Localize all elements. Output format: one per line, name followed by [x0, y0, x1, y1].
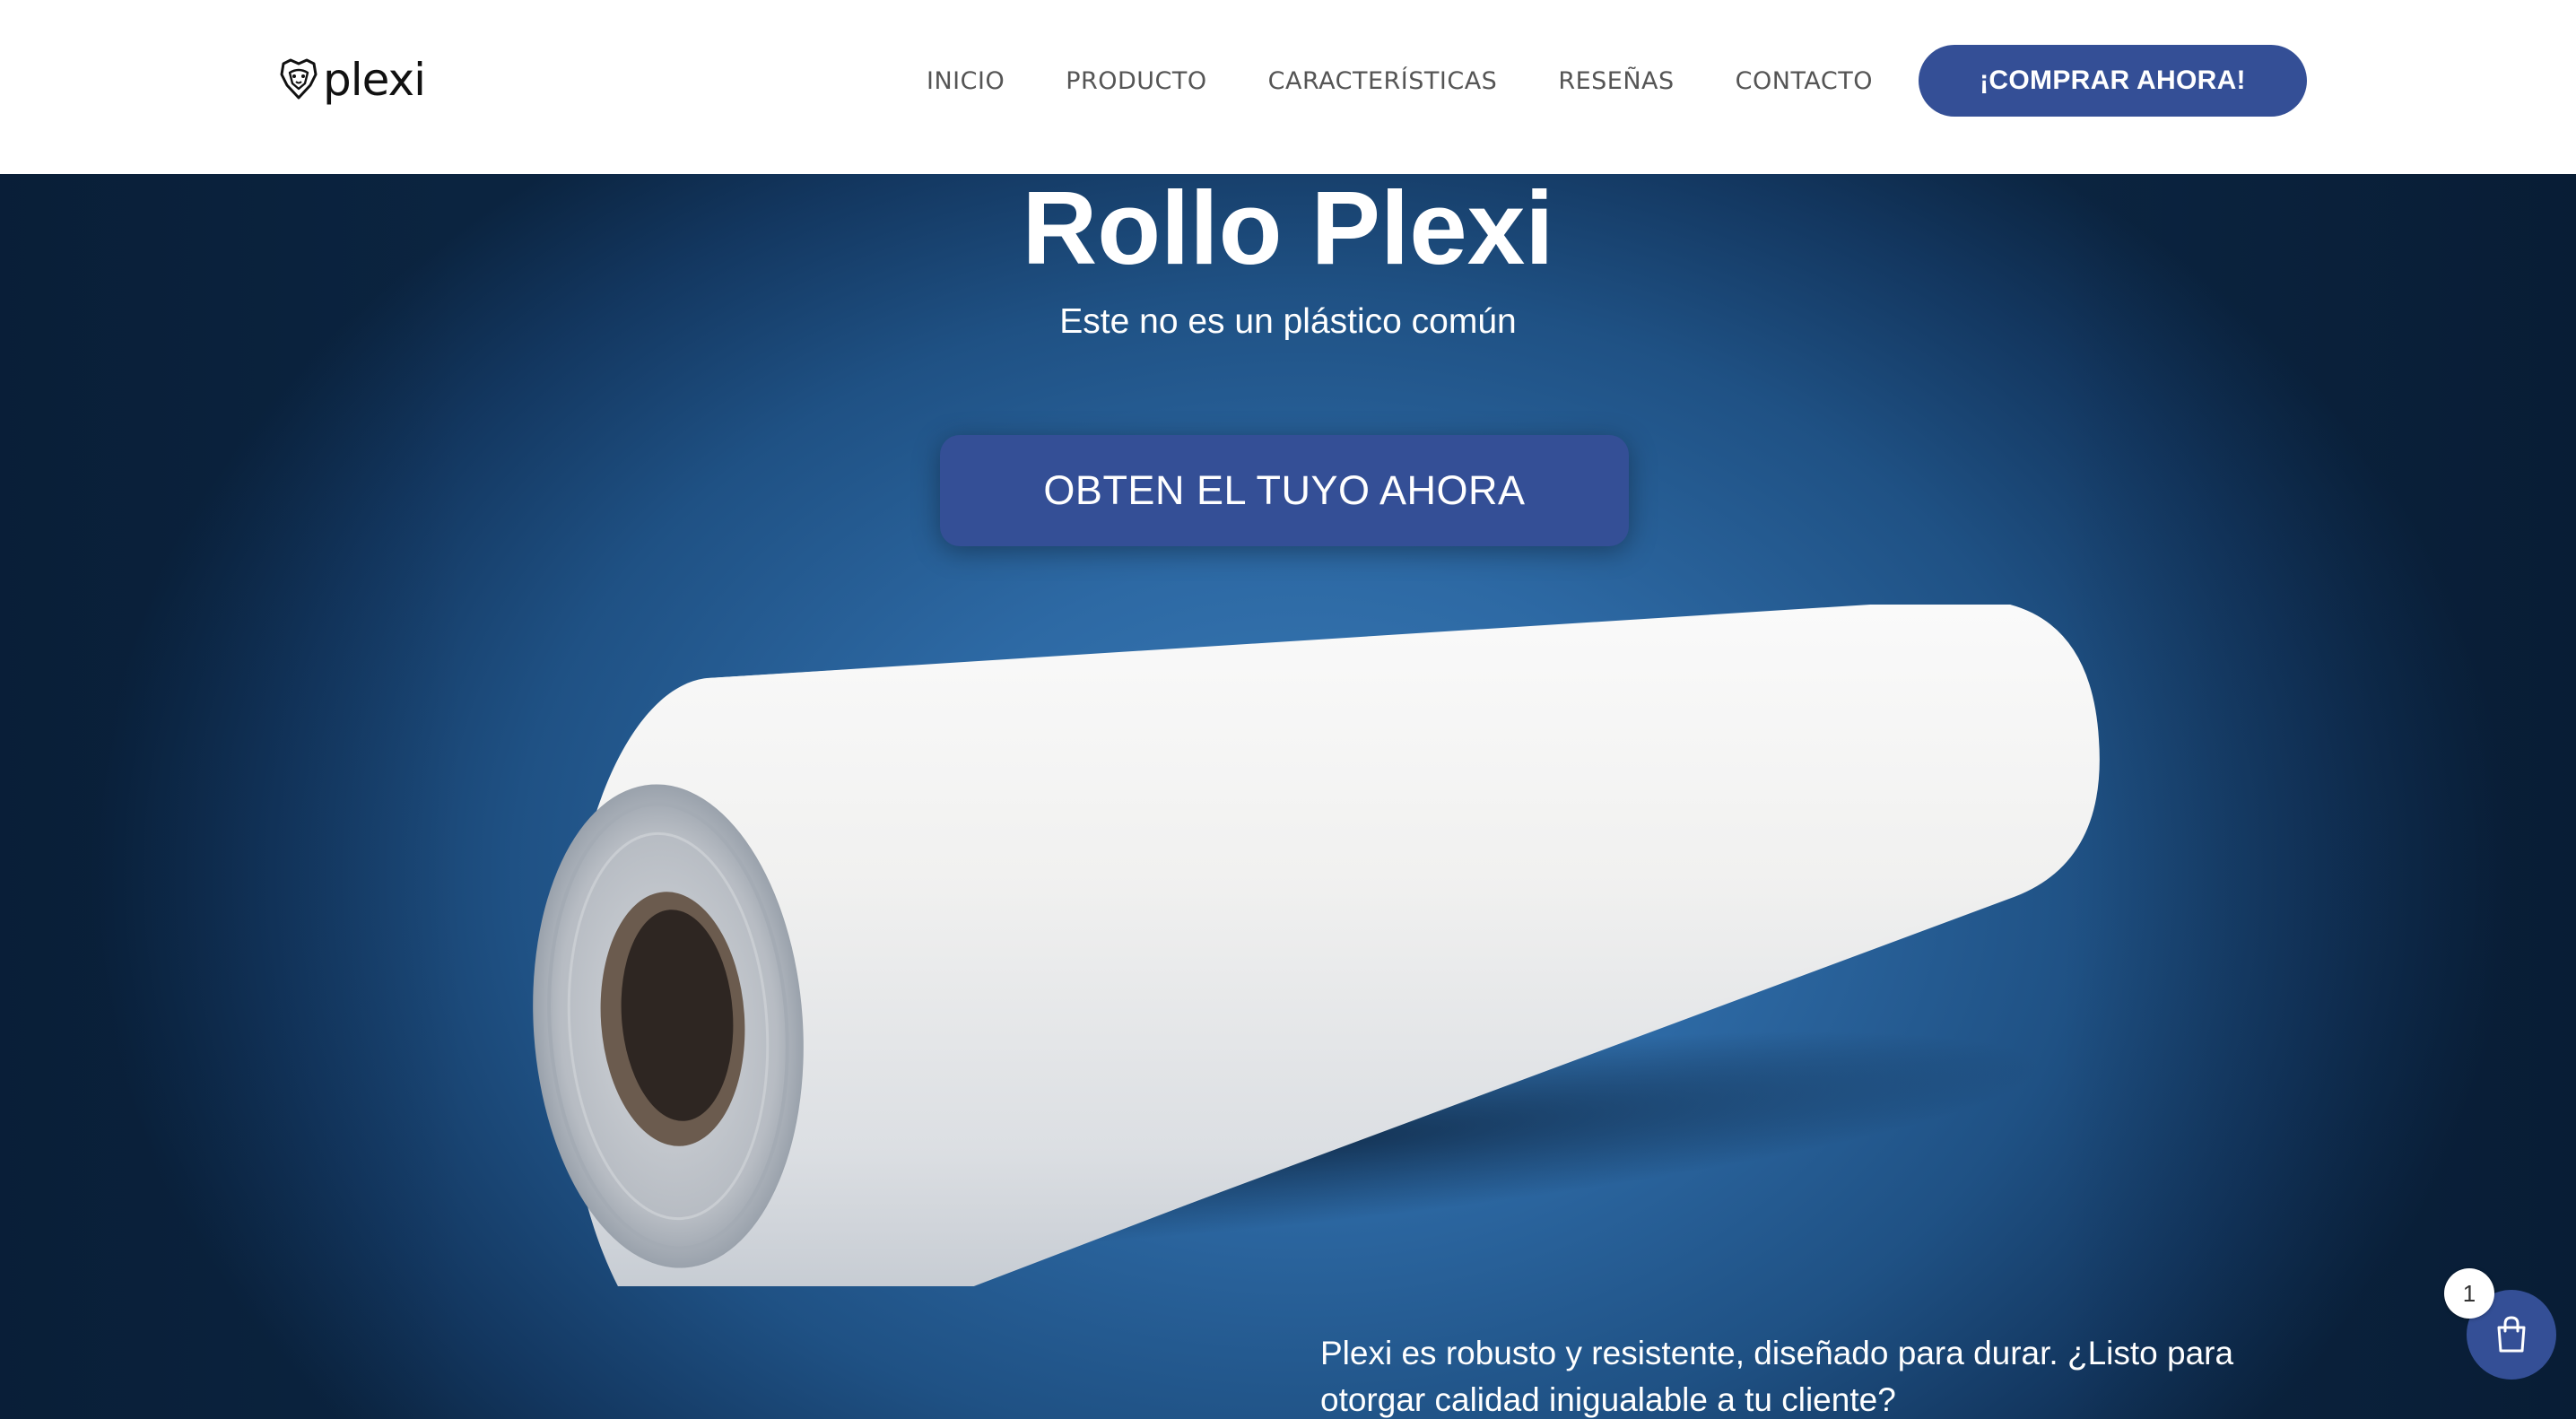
shopping-bag-icon [2497, 1316, 2526, 1353]
buy-now-button[interactable]: ¡COMPRAR AHORA! [1919, 45, 2307, 117]
cart-count-badge: 1 [2444, 1268, 2494, 1319]
site-header: plexi INICIO PRODUCTO CARACTERÍSTICAS RE… [0, 0, 2576, 174]
nav-item-resenas[interactable]: RESEÑAS [1558, 67, 1674, 95]
nav-item-producto[interactable]: PRODUCTO [1066, 67, 1206, 95]
nav-item-inicio[interactable]: INICIO [927, 67, 1005, 95]
main-nav: INICIO PRODUCTO CARACTERÍSTICAS RESEÑAS … [927, 63, 1934, 99]
paper-roll-image [533, 605, 2100, 1286]
hero-title: Rollo Plexi [1022, 174, 1554, 286]
nav-item-caracteristicas[interactable]: CARACTERÍSTICAS [1268, 67, 1498, 95]
brand-logo[interactable]: plexi [278, 52, 426, 108]
logo-wordmark: plexi [323, 54, 426, 106]
bear-logo-icon [280, 58, 318, 100]
hero-subtitle: Este no es un plástico común [1059, 302, 1517, 341]
nav-item-contacto[interactable]: CONTACTO [1736, 67, 1873, 95]
get-yours-button[interactable]: OBTEN EL TUYO AHORA [940, 435, 1629, 546]
hero-paragraph: Plexi es robusto y resistente, diseñado … [1320, 1335, 2234, 1418]
hero-section: Rollo Plexi Este no es un plástico común… [0, 174, 2576, 1419]
